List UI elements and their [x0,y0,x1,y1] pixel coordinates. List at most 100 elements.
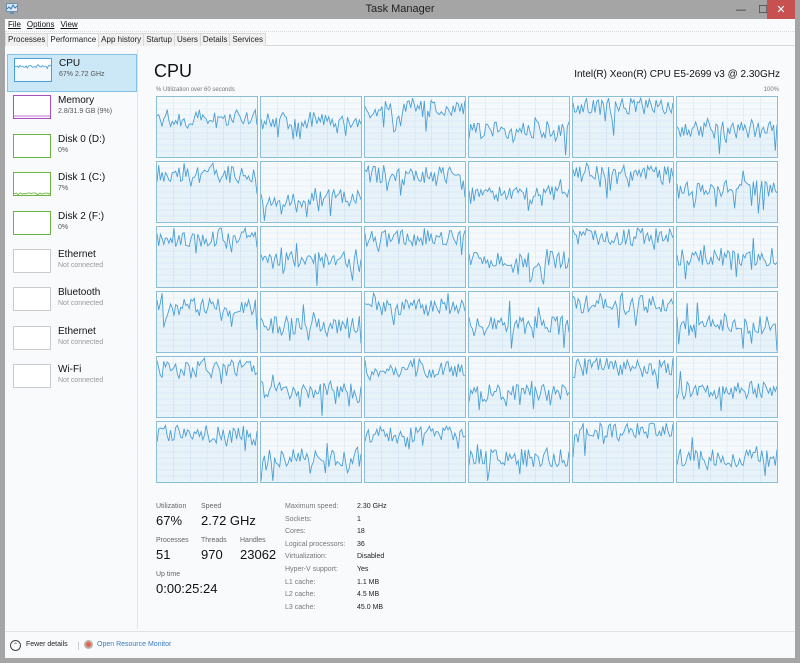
spec-value: 1.1 MB [357,578,380,586]
logical-processor-graph[interactable] [364,356,466,418]
logical-processor-graph[interactable] [364,291,466,353]
spec-label: Hyper-V support: [285,566,338,573]
page-title: CPU [154,61,193,81]
logical-processor-graph[interactable] [572,356,674,418]
logical-processor-graph[interactable] [260,96,362,158]
uptime-label: Up time [156,571,181,578]
chevron-up-circle-icon[interactable]: ⌃ [10,640,21,651]
resource-thumbnail-graph [13,172,51,197]
utilization-chart [157,227,257,287]
logical-processor-graph[interactable] [572,421,674,483]
logical-processor-graph[interactable] [572,96,674,158]
utilization-chart [573,357,673,417]
sidebar-item-ethernet[interactable]: Ethernet Not connected [7,246,137,284]
handles-label: Handles [240,537,266,544]
logical-processor-graph[interactable] [364,226,466,288]
logical-processor-graph[interactable] [260,421,362,483]
tab-app-history[interactable]: App history [98,33,145,46]
logical-processor-graph[interactable] [676,161,778,223]
tab-services[interactable]: Services [229,33,267,46]
tab-processes[interactable]: Processes [5,33,49,46]
logical-processor-graph[interactable] [260,356,362,418]
logical-processor-graph[interactable] [468,96,570,158]
logical-processor-graph[interactable] [468,421,570,483]
logical-processor-graph[interactable] [156,421,258,483]
logical-processor-graph[interactable] [468,161,570,223]
spec-label: L1 cache: [285,578,316,586]
task-manager-window: Task Manager — ☐ ✕ File Options View Pro… [0,0,800,663]
logical-processor-graph[interactable] [468,356,570,418]
logical-processor-graph[interactable] [676,421,778,483]
logical-processor-graph[interactable] [468,226,570,288]
logical-processor-graph[interactable] [364,161,466,223]
sidebar-item-disk-1-c[interactable]: Disk 1 (C:) 7% [7,169,137,207]
tab-details[interactable]: Details [199,33,231,46]
logical-processor-graph[interactable] [156,291,258,353]
logical-processor-graph[interactable] [572,291,674,353]
sidebar-item-subtitle: 67% 2.72 GHz [59,71,105,78]
tab-users[interactable]: Users [173,33,201,46]
title-bar[interactable]: Task Manager — ☐ ✕ [0,0,800,19]
sidebar-item-wi-fi[interactable]: Wi-Fi Not connected [7,361,137,399]
spec-value: Disabled [357,553,385,561]
logical-processor-graph[interactable] [364,421,466,483]
logical-processor-graph[interactable] [468,291,570,353]
resource-monitor-icon[interactable] [84,640,93,649]
sidebar-item-disk-2-f[interactable]: Disk 2 (F:) 0% [7,208,137,246]
logical-processor-graph[interactable] [676,96,778,158]
sidebar-item-title: Ethernet [58,325,96,337]
thumbnail-chart [14,115,50,119]
sidebar-item-title: Memory [58,95,95,107]
sidebar-item-subtitle: Not connected [58,338,104,346]
menu-view[interactable]: View [60,20,77,31]
menu-file[interactable]: File [8,20,21,31]
logical-processor-graph[interactable] [260,226,362,288]
logical-processor-graph[interactable] [260,161,362,223]
utilization-chart [573,97,673,157]
footer: ⌃ Fewer details Open Resource Monitor [5,631,795,658]
sidebar-item-bluetooth[interactable]: Bluetooth Not connected [7,284,137,322]
utilization-chart [365,357,465,417]
logical-processor-graph[interactable] [156,356,258,418]
utilization-chart [469,422,569,482]
utilization-chart [469,227,569,287]
close-button[interactable]: ✕ [767,0,795,19]
open-resource-monitor-link[interactable]: Open Resource Monitor [97,641,171,648]
logical-processor-graph[interactable] [676,356,778,418]
tab-startup[interactable]: Startup [143,33,175,46]
sidebar-item-cpu[interactable]: CPU 67% 2.72 GHz [7,54,137,92]
logical-processor-graph[interactable] [676,226,778,288]
cpu-model-name: Intel(R) Xeon(R) CPU E5-2699 v3 @ 2.30GH… [574,69,780,80]
spec-value: 1 [357,515,361,523]
thumbnail-chart [14,192,50,196]
utilization-chart [261,97,361,157]
menu-options[interactable]: Options [27,20,55,31]
fewer-details-button[interactable]: Fewer details [26,641,68,648]
utilization-chart [469,97,569,157]
sidebar-item-memory[interactable]: Memory 2.8/31.9 GB (9%) [7,92,137,130]
logical-processor-graph[interactable] [572,226,674,288]
utilization-chart [365,422,465,482]
logical-processor-graph[interactable] [260,291,362,353]
utilization-chart [573,227,673,287]
spec-value: 4.5 MB [357,591,380,599]
tab-performance[interactable]: Performance [47,33,100,47]
utilization-chart [261,292,361,352]
logical-processor-graph[interactable] [572,161,674,223]
sidebar-item-ethernet[interactable]: Ethernet Not connected [7,323,137,361]
minimize-button[interactable]: — [730,0,752,19]
logical-processor-graph[interactable] [156,161,258,223]
sidebar-item-disk-0-d[interactable]: Disk 0 (D:) 0% [7,131,137,169]
utilization-chart [365,97,465,157]
processes-label: Processes [156,537,189,544]
sidebar-item-subtitle: 7% [58,185,69,193]
logical-processor-graph[interactable] [156,96,258,158]
utilization-chart [365,227,465,287]
utilization-chart [469,162,569,222]
logical-processor-graph[interactable] [156,226,258,288]
logical-processor-graph[interactable] [676,291,778,353]
threads-label: Threads [201,537,227,544]
sidebar-item-subtitle: 0% [58,146,69,154]
logical-processor-graph[interactable] [364,96,466,158]
logical-processor-graphs[interactable] [156,96,779,485]
